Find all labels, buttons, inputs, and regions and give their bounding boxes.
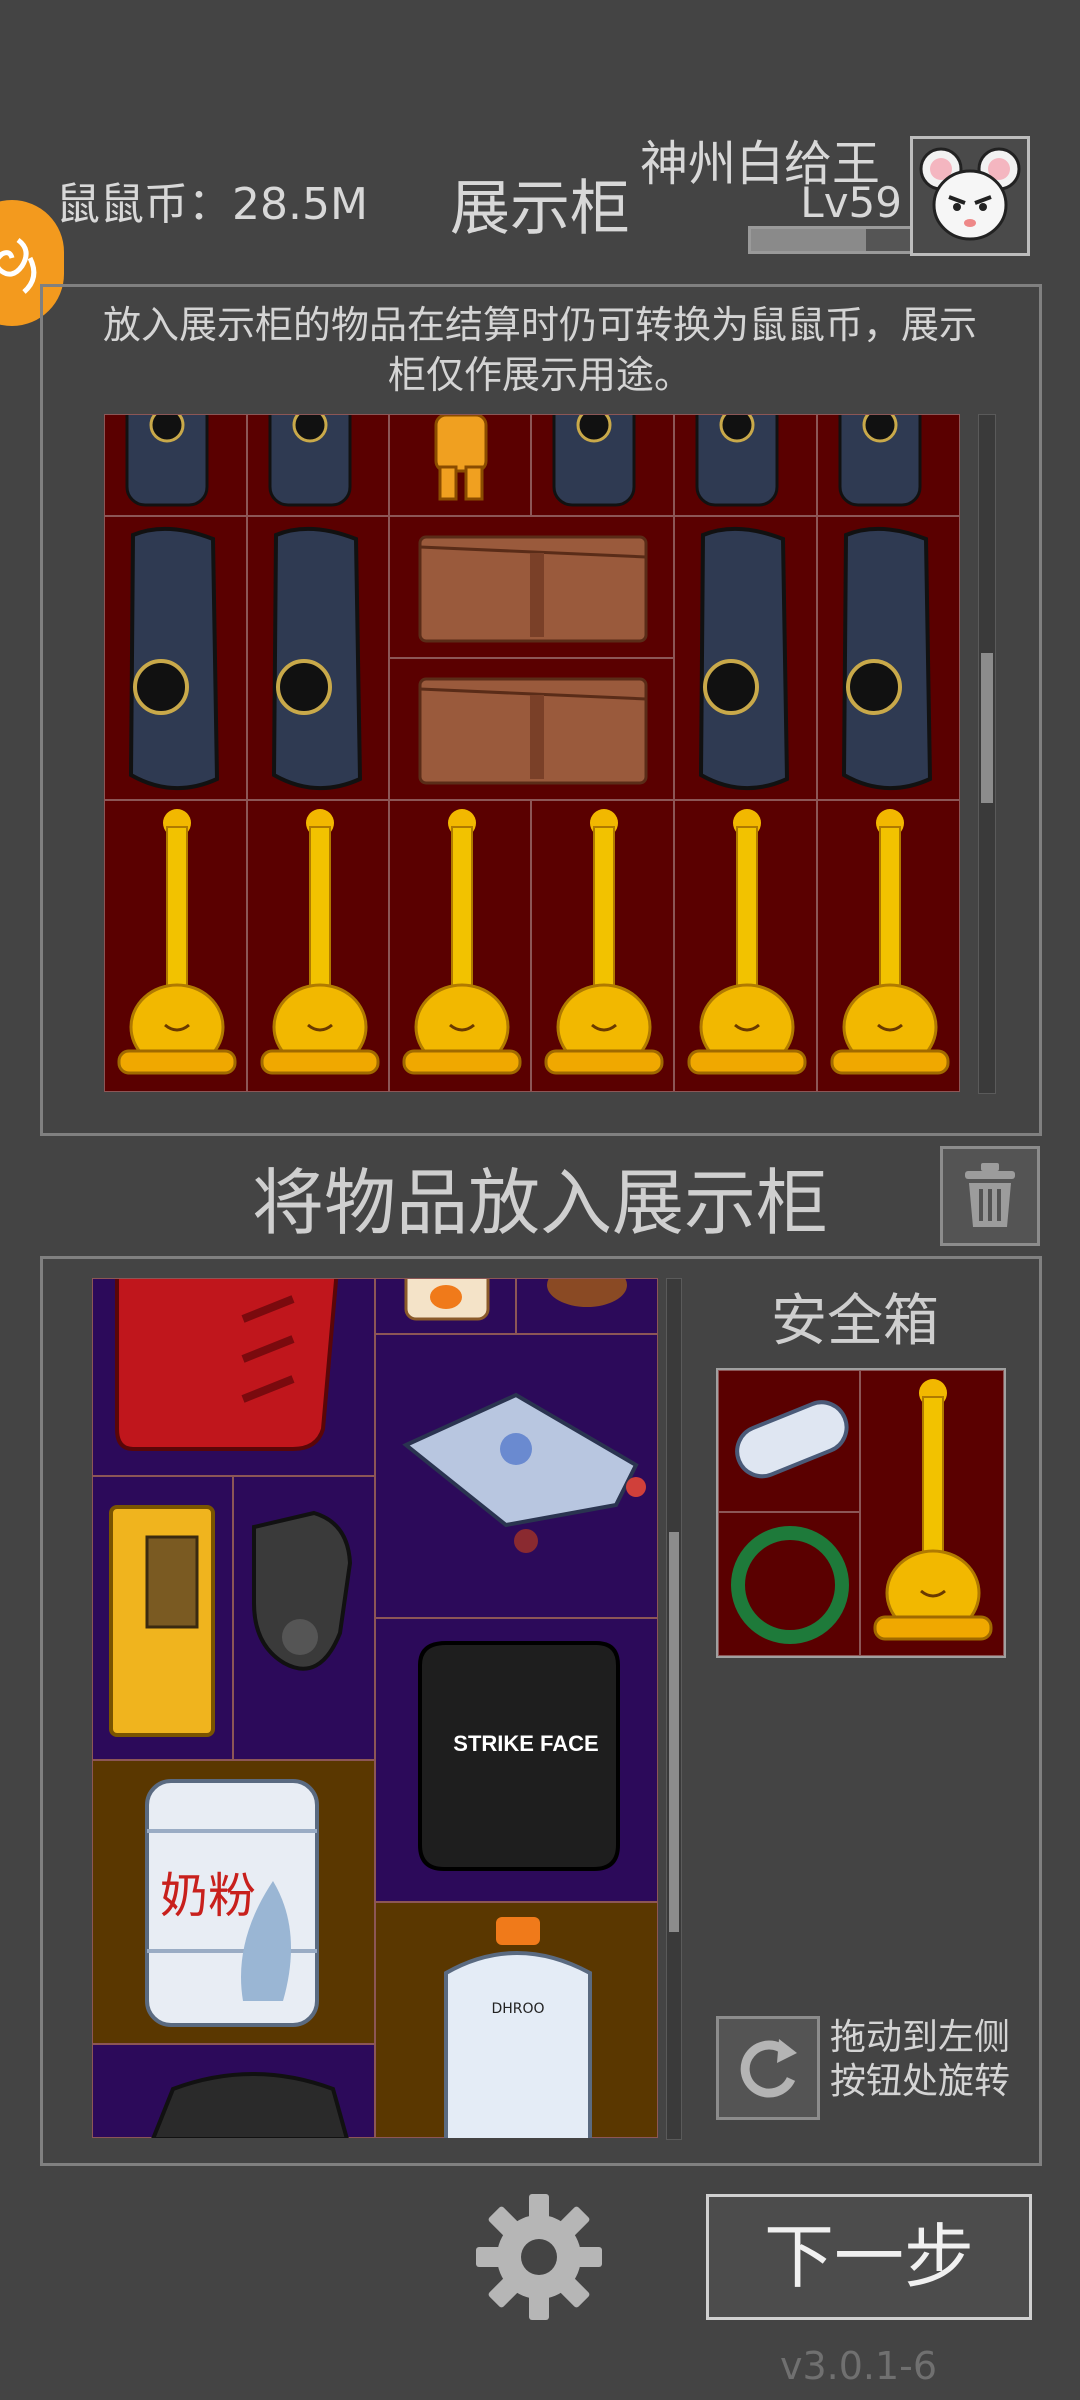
trash-icon [965,1163,1015,1227]
cabinet-slot[interactable] [389,516,674,658]
armor-plate-icon [841,526,933,790]
gas-mask-icon [252,1510,353,1671]
safe-box-grid[interactable] [716,1368,1006,1658]
astronaut-figurine-icon [434,414,488,501]
cabinet-slot[interactable] [247,516,389,800]
trash-button[interactable] [940,1146,1040,1246]
inventory-slot[interactable] [375,1278,516,1334]
inventory-grid[interactable]: STRIKE FACE 奶粉 DHROO [92,1278,658,2138]
cabinet-slot[interactable] [817,516,960,800]
cabinet-slot[interactable] [817,800,960,1092]
inventory-slot[interactable] [233,1476,375,1760]
next-button-label: 下一步 [764,2216,974,2298]
cabinet-slot[interactable] [247,800,389,1092]
cabinet-slot[interactable] [104,516,247,800]
safe-slot[interactable] [860,1370,1004,1656]
inventory-scrollbar-thumb[interactable] [669,1532,679,1932]
safe-slot[interactable] [718,1370,860,1512]
player-level: Lv59 [800,178,902,227]
mouse-avatar-icon [919,147,1021,241]
golden-trophy-icon [117,809,237,1075]
inventory-slot[interactable]: 奶粉 [92,1760,375,2044]
armor-plate-icon [838,414,922,507]
cabinet-slot[interactable] [389,658,674,800]
liquid-nitrogen-tank-icon: DHROO [444,1917,592,2138]
armor-plate-icon [698,526,790,790]
cabinet-slot[interactable] [674,516,817,800]
rotate-button[interactable] [716,2016,820,2120]
inventory-slot[interactable] [375,1334,658,1618]
xp-bar [748,226,914,254]
display-cabinet-grid[interactable] [104,414,960,1092]
golden-book-icon [109,1505,215,1737]
inventory-slot[interactable] [92,1476,233,1760]
space-fighter-icon [402,1392,646,1553]
inventory-scrollbar[interactable] [666,1278,682,2140]
rotate-hint-line1: 拖动到左侧 [830,2017,1011,2058]
golden-trophy-icon [402,809,522,1075]
golden-trophy-icon [830,809,950,1075]
golden-trophy-icon [687,809,807,1075]
cabinet-slot[interactable] [247,414,389,516]
plate-label: STRIKE FACE [453,1731,599,1756]
coin-balance: 鼠鼠币：28.5M [56,179,368,230]
armor-plate-icon [271,526,363,790]
cabinet-slot[interactable] [531,800,674,1092]
inventory-slot[interactable] [92,2044,375,2138]
inventory-slot[interactable] [516,1278,658,1334]
jade-bangle-icon [731,1526,849,1644]
armor-plate-icon [695,414,779,507]
inventory-slot[interactable]: DHROO [375,1902,658,2138]
rotate-hint-line2: 按钮处旋转 [830,2061,1011,2102]
version-label: v3.0.1-6 [780,2344,938,2388]
svg-text:DHROO: DHROO [491,2001,544,2017]
cabinet-scrollbar-thumb[interactable] [981,653,993,803]
golden-trophy-icon [873,1379,993,1641]
gear-icon [476,2194,602,2320]
red-jerry-can-icon [115,1278,339,1451]
pill-capsule-icon [735,1400,849,1479]
put-in-title: 将物品放入展示柜 [251,1161,828,1245]
cabinet-slot[interactable] [674,800,817,1092]
rotate-hint: 拖动到左侧 按钮处旋转 [830,2016,1010,2104]
golden-trophy-icon [260,809,380,1075]
cabinet-slot[interactable] [531,414,674,516]
juice-bottle-icon [404,1278,490,1321]
armor-plate-icon [552,414,636,507]
strike-face-plate-icon [418,1641,620,1871]
cabinet-notice: 放入展示柜的物品在结算时仍可转换为鼠鼠币，展示柜仅作展示用途。 [102,303,977,397]
cabinet-slot[interactable] [104,414,247,516]
armor-plate-icon [125,414,209,507]
safe-slot[interactable] [718,1512,860,1656]
cabinet-slot[interactable] [104,800,247,1092]
cabinet-slot[interactable] [817,414,960,516]
next-button[interactable]: 下一步 [706,2194,1032,2320]
page-title: 展示柜 [450,174,630,244]
cabinet-scrollbar[interactable] [978,414,996,1094]
leather-folder-icon [418,535,648,643]
cabinet-slot[interactable] [389,800,531,1092]
rotate-icon [740,2039,797,2098]
tactical-backpack-icon [151,2072,349,2138]
inventory-slot[interactable] [92,1278,375,1476]
avatar[interactable] [910,136,1030,256]
settings-button[interactable] [472,2190,606,2324]
clay-pot-icon [547,1278,627,1307]
golden-trophy-icon [544,809,664,1075]
cabinet-slot[interactable] [674,414,817,516]
jug-label: 奶粉 [159,1868,256,1924]
cabinet-slot[interactable] [389,414,531,516]
armor-plate-icon [128,526,220,790]
armor-plate-icon [268,414,352,507]
inventory-slot[interactable]: STRIKE FACE [375,1618,658,1902]
leather-folder-icon [418,677,648,785]
safe-box-title: 安全箱 [771,1289,939,1354]
xp-bar-fill [751,229,867,251]
